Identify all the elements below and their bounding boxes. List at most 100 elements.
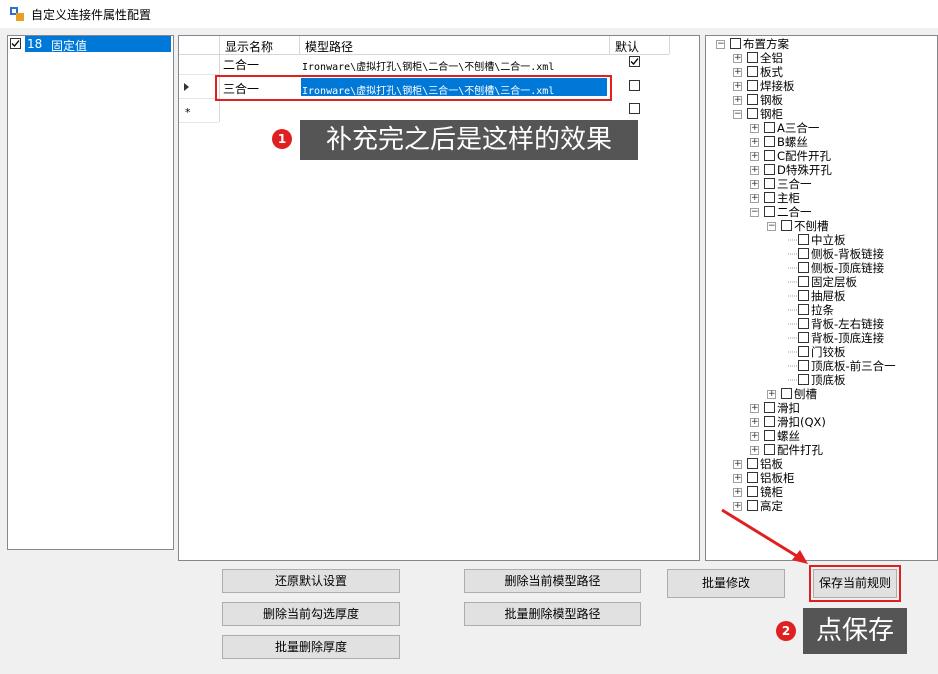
tree-node-label[interactable]: C配件开孔 [777, 149, 831, 163]
tree-node-checkbox[interactable] [747, 94, 758, 105]
tree-node-label[interactable]: 刨槽 [794, 387, 817, 401]
expand-icon[interactable]: + [733, 82, 742, 91]
col-header-default[interactable]: 默认 [615, 38, 639, 55]
tree-node-checkbox[interactable] [747, 108, 758, 119]
collapse-icon[interactable]: − [767, 222, 776, 231]
expand-icon[interactable]: + [733, 96, 742, 105]
expand-icon[interactable]: + [750, 404, 759, 413]
tree-node-label[interactable]: 布置方案 [743, 37, 789, 51]
tree-node-checkbox[interactable] [764, 416, 775, 427]
item-checkbox[interactable] [10, 38, 21, 49]
tree-node-checkbox[interactable] [747, 52, 758, 63]
tree-node-checkbox[interactable] [764, 178, 775, 189]
tree-node-label[interactable]: 门铰板 [811, 345, 846, 359]
tree-node-checkbox[interactable] [747, 472, 758, 483]
expand-icon[interactable]: + [733, 54, 742, 63]
tree-node-checkbox[interactable] [730, 38, 741, 49]
tree-node-label[interactable]: 顶底板 [811, 373, 846, 387]
scheme-tree[interactable]: − 布置方案 + 全铝 + 板式 + 焊接板 + 钢板 − 钢柜 + A三合一 + B螺丝 + C配件开孔 + D特殊… [705, 35, 938, 561]
default-checkbox[interactable] [629, 103, 640, 114]
collapse-icon[interactable]: − [750, 208, 759, 217]
expand-icon[interactable]: + [750, 180, 759, 189]
tree-node-checkbox[interactable] [747, 66, 758, 77]
tree-node-label[interactable]: 钢柜 [760, 107, 783, 121]
expand-icon[interactable]: + [733, 460, 742, 469]
tree-node-checkbox[interactable] [781, 388, 792, 399]
tree-node-checkbox[interactable] [764, 430, 775, 441]
tree-node-checkbox[interactable] [781, 220, 792, 231]
expand-icon[interactable]: + [750, 194, 759, 203]
batch-delete-model-path-button[interactable]: 批量删除模型路径 [464, 602, 641, 626]
tree-node-label[interactable]: 二合一 [777, 205, 812, 219]
tree-node-label[interactable]: 背板-顶底连接 [811, 331, 884, 345]
expand-icon[interactable]: + [750, 432, 759, 441]
tree-node-label[interactable]: 顶底板-前三合一 [811, 359, 896, 373]
selected-item-highlight[interactable]: 18 固定值 [25, 36, 171, 53]
tree-node-label[interactable]: A三合一 [777, 121, 819, 135]
tree-node-checkbox[interactable] [798, 234, 809, 245]
tree-node-label[interactable]: 螺丝 [777, 429, 800, 443]
tree-node-label[interactable]: 钢板 [760, 93, 783, 107]
tree-node-label[interactable]: 滑扣(QX) [777, 415, 826, 429]
path-grid[interactable]: 显示名称 模型路径 默认 二合一 Ironware\虚拟打孔\钢柜\二合一\不刨… [178, 35, 700, 561]
tree-node-label[interactable]: 铝板 [760, 457, 783, 471]
expand-icon[interactable]: + [733, 68, 742, 77]
tree-node-checkbox[interactable] [798, 304, 809, 315]
expand-icon[interactable]: + [733, 488, 742, 497]
left-list-panel[interactable]: 18 固定值 [7, 35, 174, 550]
list-item[interactable]: 18 固定值 [8, 36, 171, 53]
tree-node-checkbox[interactable] [798, 332, 809, 343]
expand-icon[interactable]: + [750, 138, 759, 147]
default-checkbox[interactable] [629, 80, 640, 91]
tree-node-checkbox[interactable] [764, 150, 775, 161]
tree-node-label[interactable]: 中立板 [811, 233, 846, 247]
tree-node-label[interactable]: 镜柜 [760, 485, 783, 499]
expand-icon[interactable]: + [767, 390, 776, 399]
tree-node-checkbox[interactable] [798, 360, 809, 371]
tree-node-label[interactable]: D特殊开孔 [777, 163, 832, 177]
tree-node-checkbox[interactable] [764, 164, 775, 175]
expand-icon[interactable]: + [750, 124, 759, 133]
tree-node-label[interactable]: 拉条 [811, 303, 834, 317]
tree-node-label[interactable]: 板式 [760, 65, 783, 79]
expand-icon[interactable]: + [750, 166, 759, 175]
tree-node-label[interactable]: 侧板-背板链接 [811, 247, 884, 261]
tree-node-checkbox[interactable] [747, 458, 758, 469]
tree-node-checkbox[interactable] [747, 80, 758, 91]
expand-icon[interactable]: + [750, 152, 759, 161]
tree-node-label[interactable]: 滑扣 [777, 401, 800, 415]
tree-node-label[interactable]: 不刨槽 [794, 219, 829, 233]
tree-node-label[interactable]: 主柜 [777, 191, 800, 205]
tree-node-label[interactable]: 全铝 [760, 51, 783, 65]
col-header-model-path[interactable]: 模型路径 [305, 38, 353, 55]
cell-display-name[interactable]: 二合一 [223, 56, 259, 73]
tree-node-label[interactable]: 铝板柜 [760, 471, 795, 485]
tree-node-checkbox[interactable] [798, 262, 809, 273]
tree-node-label[interactable]: 焊接板 [760, 79, 795, 93]
tree-node-label[interactable]: 配件打孔 [777, 443, 823, 457]
delete-current-model-path-button[interactable]: 删除当前模型路径 [464, 569, 641, 593]
expand-icon[interactable]: + [750, 446, 759, 455]
tree-node-label[interactable]: B螺丝 [777, 135, 808, 149]
delete-checked-thickness-button[interactable]: 删除当前勾选厚度 [222, 602, 400, 626]
tree-node-checkbox[interactable] [747, 486, 758, 497]
expand-icon[interactable]: + [750, 418, 759, 427]
tree-node-checkbox[interactable] [764, 192, 775, 203]
cell-model-path[interactable]: Ironware\虚拟打孔\钢柜\二合一\不刨槽\二合一.xml [302, 58, 554, 73]
tree-node-label[interactable]: 固定层板 [811, 275, 857, 289]
tree-node-checkbox[interactable] [798, 318, 809, 329]
tree-node-checkbox[interactable] [798, 248, 809, 259]
expand-icon[interactable]: + [733, 474, 742, 483]
tree-node-checkbox[interactable] [764, 122, 775, 133]
tree-node-label[interactable]: 侧板-顶底链接 [811, 261, 884, 275]
tree-node-checkbox[interactable] [798, 374, 809, 385]
col-header-display-name[interactable]: 显示名称 [225, 38, 273, 55]
tree-node-checkbox[interactable] [798, 346, 809, 357]
tree-node-checkbox[interactable] [764, 444, 775, 455]
tree-node-checkbox[interactable] [764, 206, 775, 217]
tree-node-checkbox[interactable] [764, 136, 775, 147]
tree-node-checkbox[interactable] [764, 402, 775, 413]
restore-default-button[interactable]: 还原默认设置 [222, 569, 400, 593]
default-checkbox[interactable] [629, 56, 640, 67]
tree-node-checkbox[interactable] [798, 276, 809, 287]
